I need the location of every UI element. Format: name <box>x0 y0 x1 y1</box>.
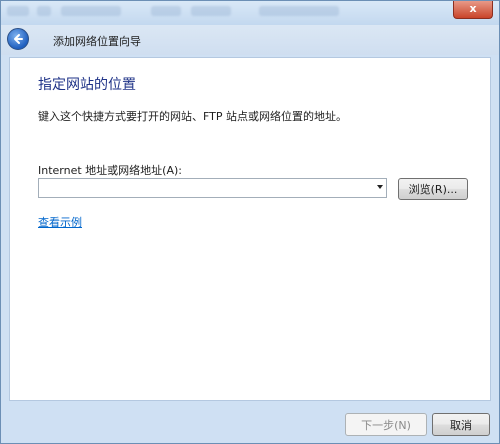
wizard-window: x 添加网络位置向导 指定网站的位置 键入这个快捷方式要打开的网站、FTP 站点… <box>0 0 500 444</box>
address-label: Internet 地址或网络地址(A): <box>38 164 182 177</box>
wizard-footer: 下一步(N) 取消 <box>1 405 499 443</box>
back-button[interactable] <box>7 28 29 50</box>
title-bar: x <box>1 1 499 25</box>
instruction-text: 键入这个快捷方式要打开的网站、FTP 站点或网络位置的地址。 <box>38 110 347 123</box>
wizard-title: 添加网络位置向导 <box>53 35 141 48</box>
view-example-link[interactable]: 查看示例 <box>38 214 82 230</box>
blurred-title-fragment <box>37 6 51 16</box>
close-icon: x <box>469 2 477 15</box>
wizard-content: 指定网站的位置 键入这个快捷方式要打开的网站、FTP 站点或网络位置的地址。 I… <box>9 57 491 401</box>
address-combobox[interactable] <box>38 178 387 198</box>
blurred-title-fragment <box>191 6 231 16</box>
next-button[interactable]: 下一步(N) <box>345 413 427 436</box>
cancel-button[interactable]: 取消 <box>432 413 490 436</box>
back-arrow-icon <box>14 34 23 44</box>
blurred-title-fragment <box>259 6 339 16</box>
dropdown-arrow-icon[interactable] <box>377 185 383 189</box>
address-input[interactable] <box>39 179 369 197</box>
browse-button[interactable]: 浏览(R)... <box>398 178 468 200</box>
navigation-bar: 添加网络位置向导 <box>1 25 499 55</box>
blurred-title-fragment <box>61 6 121 16</box>
close-button[interactable]: x <box>453 1 493 19</box>
blurred-title-fragment <box>7 6 29 16</box>
page-heading: 指定网站的位置 <box>38 77 136 93</box>
blurred-title-fragment <box>151 6 181 16</box>
